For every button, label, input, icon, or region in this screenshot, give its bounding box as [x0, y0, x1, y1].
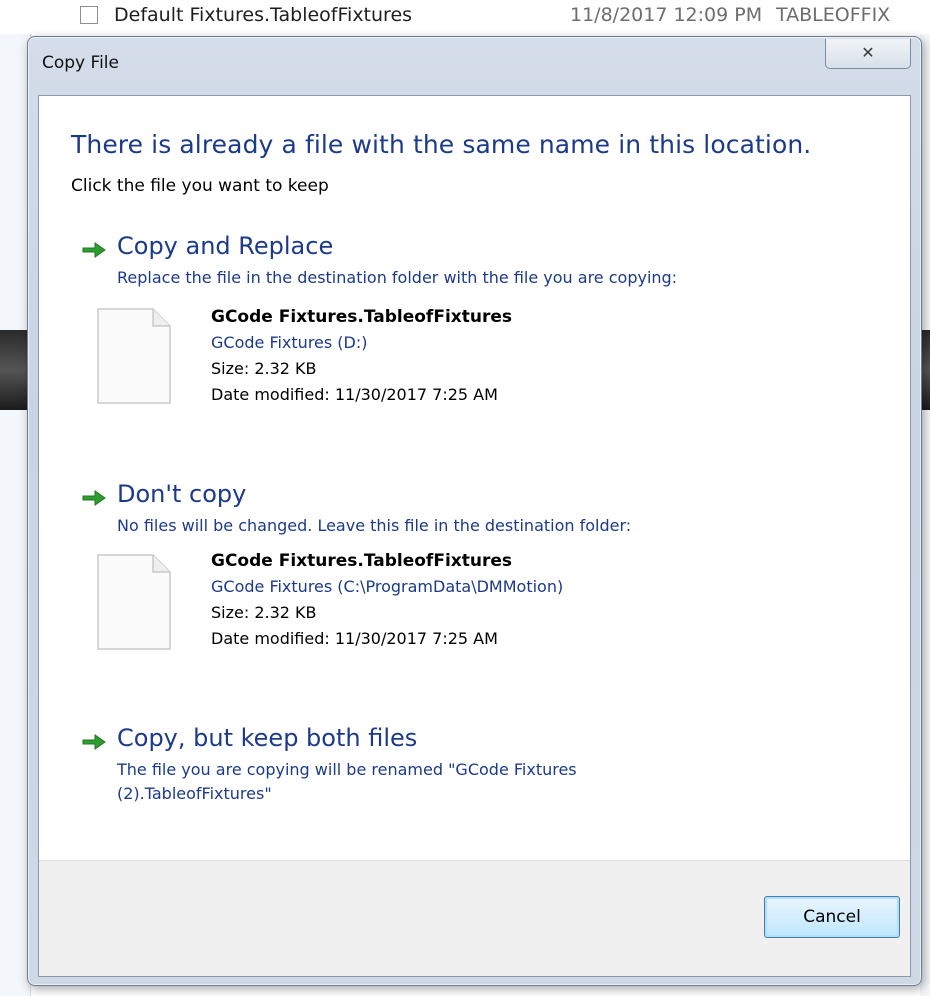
background-row-date: 11/8/2017 12:09 PM	[570, 4, 763, 26]
background-row-type: TABLEOFFIX	[776, 4, 891, 26]
background-row-checkbox	[80, 6, 98, 24]
option-description-line: (2).TableofFixtures"	[117, 784, 272, 803]
copy-file-dialog: Copy File ✕ There is already a file with…	[27, 36, 922, 986]
option-description: Replace the file in the destination fold…	[117, 268, 678, 287]
option-title: Copy and Replace	[117, 232, 334, 260]
file-location: GCode Fixtures (C:\ProgramData\DMMotion)	[211, 577, 564, 596]
option-description: No files will be changed. Leave this fil…	[117, 516, 632, 535]
dialog-heading: There is already a file with the same na…	[71, 130, 812, 159]
cancel-button[interactable]: Cancel	[764, 896, 900, 938]
option-description-line: The file you are copying will be renamed…	[117, 760, 577, 779]
file-date-modified: Date modified: 11/30/2017 7:25 AM	[211, 629, 498, 648]
option-description: The file you are copying will be renamed…	[117, 758, 577, 806]
option-title: Copy, but keep both files	[117, 724, 418, 752]
option-title: Don't copy	[117, 480, 247, 508]
dialog-content: There is already a file with the same na…	[38, 95, 911, 977]
background-row-name: Default Fixtures.TableofFixtures	[114, 4, 413, 26]
file-size: Size: 2.32 KB	[211, 359, 317, 378]
green-right-arrow-icon	[82, 490, 106, 506]
close-button[interactable]: ✕	[825, 39, 911, 69]
file-size: Size: 2.32 KB	[211, 603, 317, 622]
file-date-modified: Date modified: 11/30/2017 7:25 AM	[211, 385, 498, 404]
close-icon: ✕	[861, 43, 875, 62]
dialog-title: Copy File	[42, 53, 119, 73]
blank-document-icon	[97, 308, 171, 404]
destination-file-info: GCode Fixtures.TableofFixtures GCode Fix…	[211, 548, 563, 652]
dialog-subheading: Click the file you want to keep	[71, 176, 329, 196]
file-location: GCode Fixtures (D:)	[211, 333, 368, 352]
blank-document-icon	[97, 554, 171, 650]
green-right-arrow-icon	[82, 734, 106, 750]
file-name: GCode Fixtures.TableofFixtures	[211, 307, 512, 327]
source-file-info: GCode Fixtures.TableofFixtures GCode Fix…	[211, 304, 512, 408]
file-name: GCode Fixtures.TableofFixtures	[211, 551, 512, 571]
background-file-row: Default Fixtures.TableofFixtures 11/8/20…	[0, 0, 930, 34]
dialog-footer: Cancel	[39, 860, 910, 976]
green-right-arrow-icon	[82, 242, 106, 258]
